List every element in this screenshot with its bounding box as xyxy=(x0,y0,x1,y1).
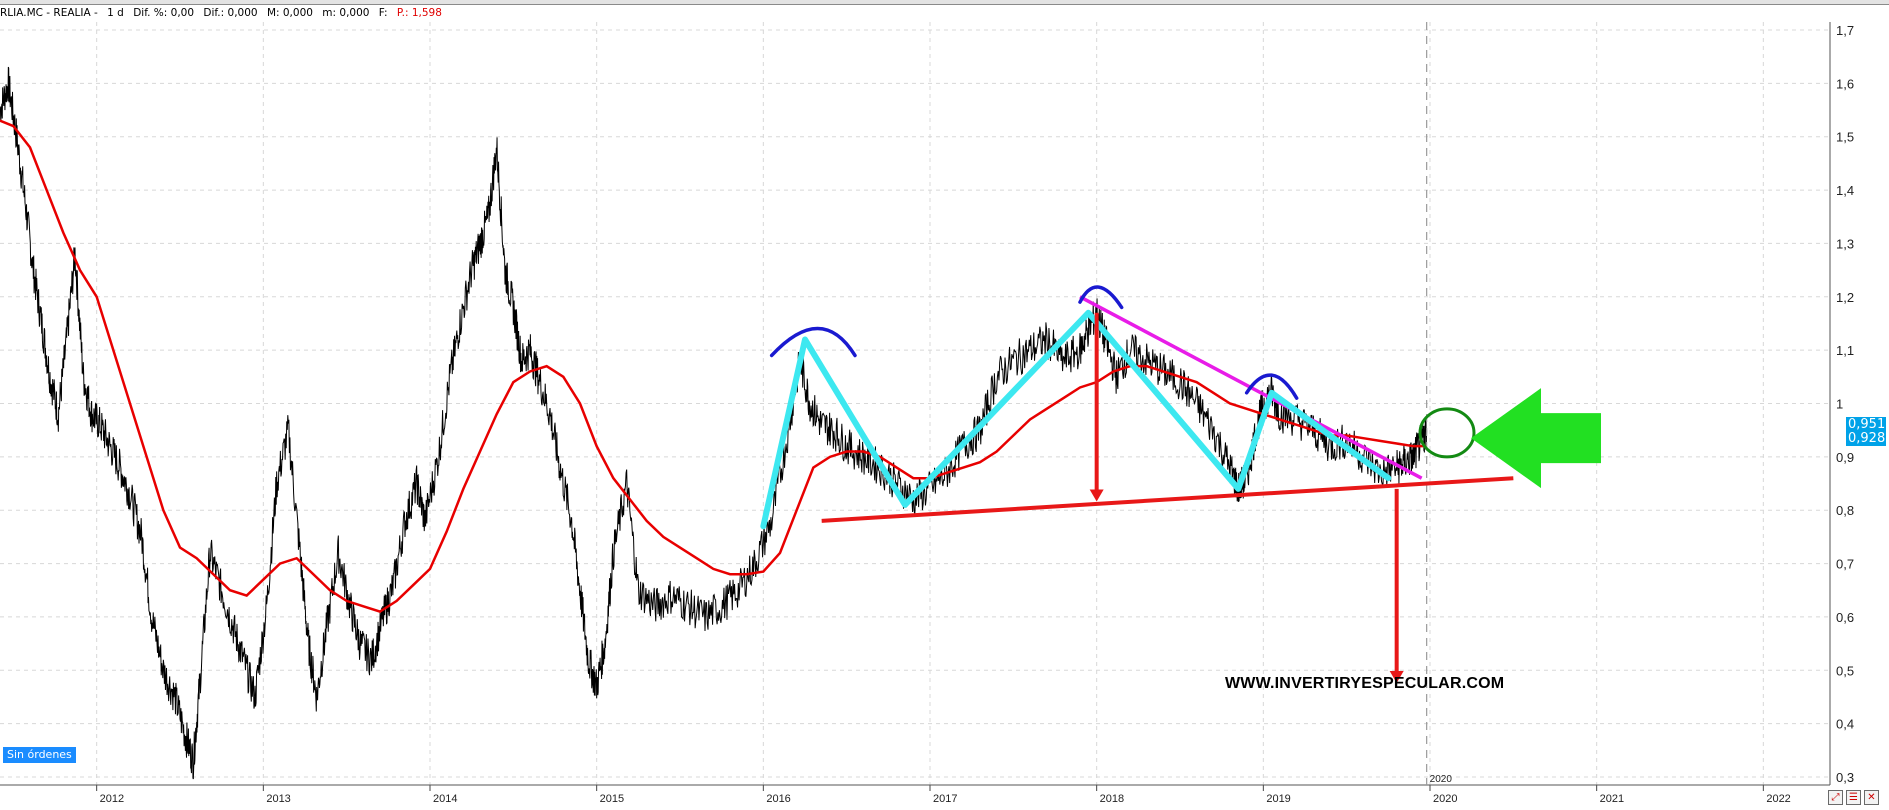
watermark-text: WWW.INVERTIRYESPECULAR.COM xyxy=(1225,675,1505,692)
y-tick-label: 0,5 xyxy=(1836,663,1854,678)
status-badge[interactable]: Sin órdenes xyxy=(3,747,76,763)
settings-icon[interactable]: ☰ xyxy=(1846,790,1861,805)
x-tick-label: 2016 xyxy=(766,793,790,805)
y-tick-label: 1,7 xyxy=(1836,23,1854,38)
y-tick-label: 0,3 xyxy=(1836,770,1854,785)
y-tick-label: 0,9 xyxy=(1836,450,1854,465)
y-tick-label: 0,8 xyxy=(1836,503,1854,518)
last-price-marker: 0,951 xyxy=(1846,417,1886,432)
y-tick-label: 0,4 xyxy=(1836,717,1854,732)
cursor-date-label: 2020 xyxy=(1430,774,1453,785)
y-tick-label: 1 xyxy=(1836,397,1843,412)
y-tick-label: 1,2 xyxy=(1836,290,1854,305)
x-tick-label: 2018 xyxy=(1100,793,1124,805)
zoom-icon[interactable]: ⤢ xyxy=(1828,790,1843,805)
x-tick-label: 2022 xyxy=(1766,793,1790,805)
x-tick-label: 2017 xyxy=(933,793,957,805)
y-tick-label: 1,6 xyxy=(1836,76,1854,91)
ma-price-marker: 0,928 xyxy=(1846,431,1886,446)
y-tick-label: 1,5 xyxy=(1836,130,1854,145)
x-tick-label: 2015 xyxy=(600,793,624,805)
price-chart[interactable]: 0,3 0,4 0,5 0,6 0,7 0,8 0,9 1 1,1 1,2 1,3 1,4 1,5 1,6… xyxy=(0,0,1889,810)
x-tick-label: 2012 xyxy=(100,793,124,805)
x-tick-label: 2020 xyxy=(1433,793,1457,805)
x-tick-label: 2013 xyxy=(266,793,290,805)
y-tick-label: 1,1 xyxy=(1836,343,1854,358)
y-tick-label: 0,7 xyxy=(1836,557,1854,572)
close-icon[interactable]: ✕ xyxy=(1864,790,1879,805)
y-tick-label: 0,6 xyxy=(1836,610,1854,625)
x-tick-label: 2014 xyxy=(433,793,457,805)
x-tick-label: 2019 xyxy=(1266,793,1290,805)
y-tick-label: 1,3 xyxy=(1836,236,1854,251)
corner-toolbar: ⤢ ☰ ✕ xyxy=(1828,790,1879,805)
x-tick-label: 2021 xyxy=(1600,793,1624,805)
y-tick-label: 1,4 xyxy=(1836,183,1854,198)
